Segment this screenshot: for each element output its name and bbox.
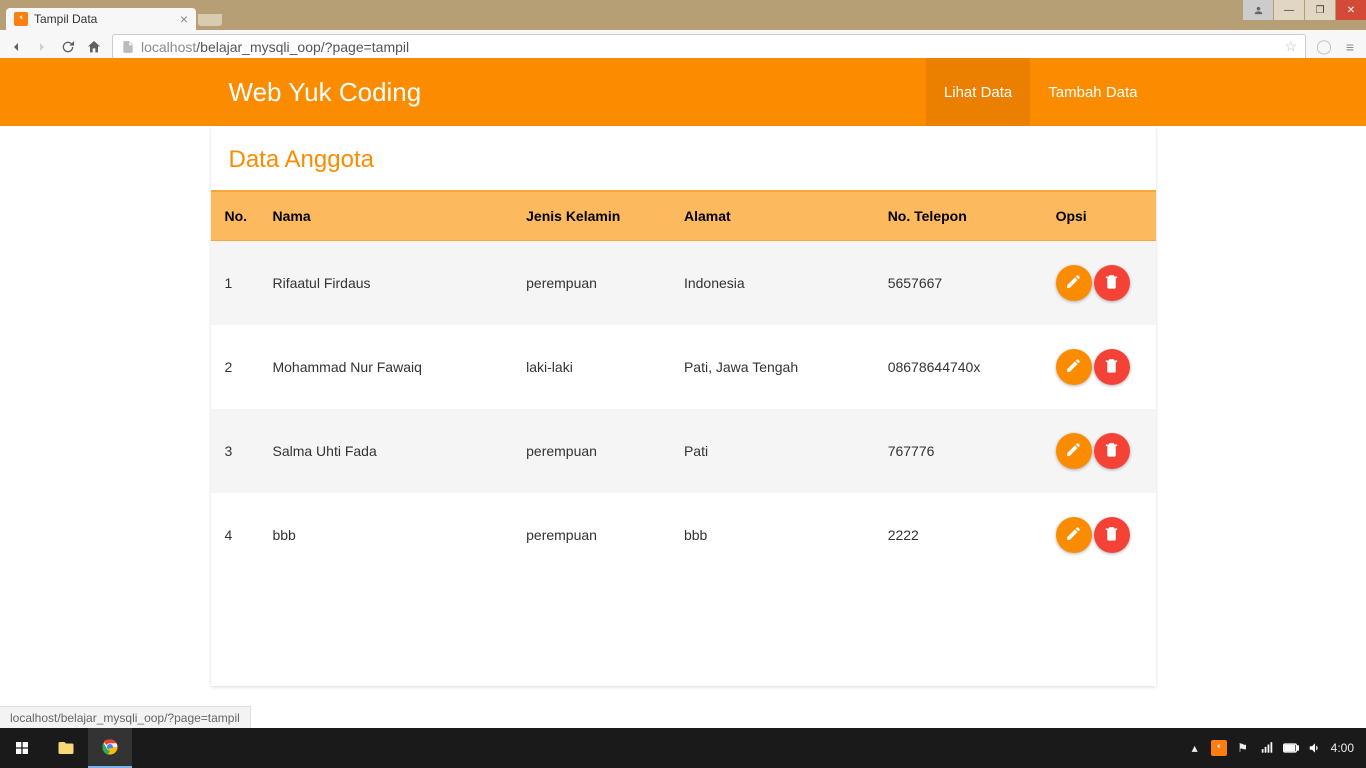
cell-jk: perempuan (516, 241, 674, 326)
cell-tel: 08678644740x (878, 325, 1046, 409)
table-row: 3Salma Uhti FadaperempuanPati767776 (211, 409, 1156, 493)
trash-icon (1103, 357, 1120, 377)
page-file-icon (121, 40, 135, 54)
delete-button[interactable] (1094, 433, 1130, 469)
cell-alamat: Pati, Jawa Tengah (674, 325, 878, 409)
app-navbar: Web Yuk Coding Lihat Data Tambah Data (0, 58, 1366, 126)
delete-button[interactable] (1094, 517, 1130, 553)
col-alamat: Alamat (674, 191, 878, 241)
table-row: 4bbbperempuanbbb2222 (211, 493, 1156, 577)
pencil-icon (1065, 441, 1082, 461)
cell-tel: 767776 (878, 409, 1046, 493)
url-host: localhost (141, 39, 196, 55)
tab-close-icon[interactable]: × (180, 11, 188, 27)
data-table: No. Nama Jenis Kelamin Alamat No. Telepo… (211, 190, 1156, 577)
cell-opsi (1046, 493, 1156, 577)
window-titlebar: — ❐ ✕ (0, 0, 1366, 14)
tray-flag-icon[interactable]: ⚑ (1235, 740, 1251, 756)
tray-battery-icon[interactable] (1283, 740, 1299, 756)
cell-nama: Rifaatul Firdaus (262, 241, 516, 326)
profile-icon[interactable]: ◯ (1316, 39, 1332, 55)
edit-button[interactable] (1056, 517, 1092, 553)
taskbar-explorer[interactable] (44, 728, 88, 768)
cell-jk: perempuan (516, 409, 674, 493)
page-heading: Data Anggota (211, 146, 1156, 174)
taskbar-chrome[interactable] (88, 728, 132, 768)
cell-tel: 2222 (878, 493, 1046, 577)
url-path: /belajar_mysqli_oop/?page=tampil (196, 39, 409, 55)
address-bar[interactable]: localhost/belajar_mysqli_oop/?page=tampi… (112, 34, 1306, 60)
page-viewport: Web Yuk Coding Lihat Data Tambah Data Da… (0, 58, 1366, 728)
pencil-icon (1065, 273, 1082, 293)
cell-jk: laki-laki (516, 325, 674, 409)
nav-link-tambah-data[interactable]: Tambah Data (1030, 58, 1155, 126)
window-user-icon[interactable] (1243, 0, 1273, 20)
cell-opsi (1046, 325, 1156, 409)
cell-nama: Mohammad Nur Fawaiq (262, 325, 516, 409)
col-opsi: Opsi (1046, 191, 1156, 241)
trash-icon (1103, 273, 1120, 293)
cell-no: 4 (211, 493, 263, 577)
taskbar: ▴ ᓫ ⚑ 4:00 (0, 728, 1366, 768)
delete-button[interactable] (1094, 265, 1130, 301)
back-button[interactable] (8, 39, 24, 55)
browser-tab[interactable]: ᓫ Tampil Data × (6, 8, 196, 30)
cell-no: 1 (211, 241, 263, 326)
cell-alamat: Pati (674, 409, 878, 493)
cell-nama: bbb (262, 493, 516, 577)
tray-xampp-icon[interactable]: ᓫ (1211, 740, 1227, 756)
reload-button[interactable] (60, 39, 76, 55)
status-hover-link: localhost/belajar_mysqli_oop/?page=tampi… (0, 706, 251, 728)
nav-link-label: Lihat Data (944, 84, 1012, 101)
cell-alamat: bbb (674, 493, 878, 577)
window-maximize-button[interactable]: ❐ (1305, 0, 1335, 20)
menu-icon[interactable]: ≡ (1342, 39, 1358, 55)
cell-tel: 5657667 (878, 241, 1046, 326)
nav-links: Lihat Data Tambah Data (926, 58, 1156, 126)
cell-jk: perempuan (516, 493, 674, 577)
col-jk: Jenis Kelamin (516, 191, 674, 241)
tray-wifi-icon[interactable] (1259, 740, 1275, 756)
pencil-icon (1065, 357, 1082, 377)
cell-opsi (1046, 241, 1156, 326)
cell-nama: Salma Uhti Fada (262, 409, 516, 493)
browser-tabstrip: ᓫ Tampil Data × (0, 14, 1366, 30)
nav-link-lihat-data[interactable]: Lihat Data (926, 58, 1030, 126)
col-nama: Nama (262, 191, 516, 241)
edit-button[interactable] (1056, 349, 1092, 385)
table-row: 1Rifaatul FirdausperempuanIndonesia56576… (211, 241, 1156, 326)
window-close-button[interactable]: ✕ (1336, 0, 1366, 20)
delete-button[interactable] (1094, 349, 1130, 385)
start-button[interactable] (0, 728, 44, 768)
home-button[interactable] (86, 39, 102, 55)
edit-button[interactable] (1056, 265, 1092, 301)
cell-no: 3 (211, 409, 263, 493)
content-card: Data Anggota No. Nama Jenis Kelamin Alam… (211, 126, 1156, 686)
col-no: No. (211, 191, 263, 241)
bookmark-star-icon[interactable]: ☆ (1284, 38, 1297, 55)
edit-button[interactable] (1056, 433, 1092, 469)
window-minimize-button[interactable]: — (1274, 0, 1304, 20)
status-hover-link-text: localhost/belajar_mysqli_oop/?page=tampi… (10, 711, 240, 725)
tray-clock[interactable]: 4:00 (1331, 741, 1354, 755)
cell-alamat: Indonesia (674, 241, 878, 326)
trash-icon (1103, 525, 1120, 545)
cell-no: 2 (211, 325, 263, 409)
nav-link-label: Tambah Data (1048, 84, 1137, 101)
tray-chevron-icon[interactable]: ▴ (1187, 740, 1203, 756)
table-row: 2Mohammad Nur Fawaiqlaki-lakiPati, Jawa … (211, 325, 1156, 409)
brand-title[interactable]: Web Yuk Coding (211, 77, 422, 108)
forward-button[interactable] (34, 39, 50, 55)
pencil-icon (1065, 525, 1082, 545)
trash-icon (1103, 441, 1120, 461)
tray-volume-icon[interactable] (1307, 740, 1323, 756)
browser-tab-title: Tampil Data (34, 12, 97, 26)
xampp-favicon-icon: ᓫ (14, 12, 28, 26)
table-header-row: No. Nama Jenis Kelamin Alamat No. Telepo… (211, 191, 1156, 241)
col-tel: No. Telepon (878, 191, 1046, 241)
cell-opsi (1046, 409, 1156, 493)
